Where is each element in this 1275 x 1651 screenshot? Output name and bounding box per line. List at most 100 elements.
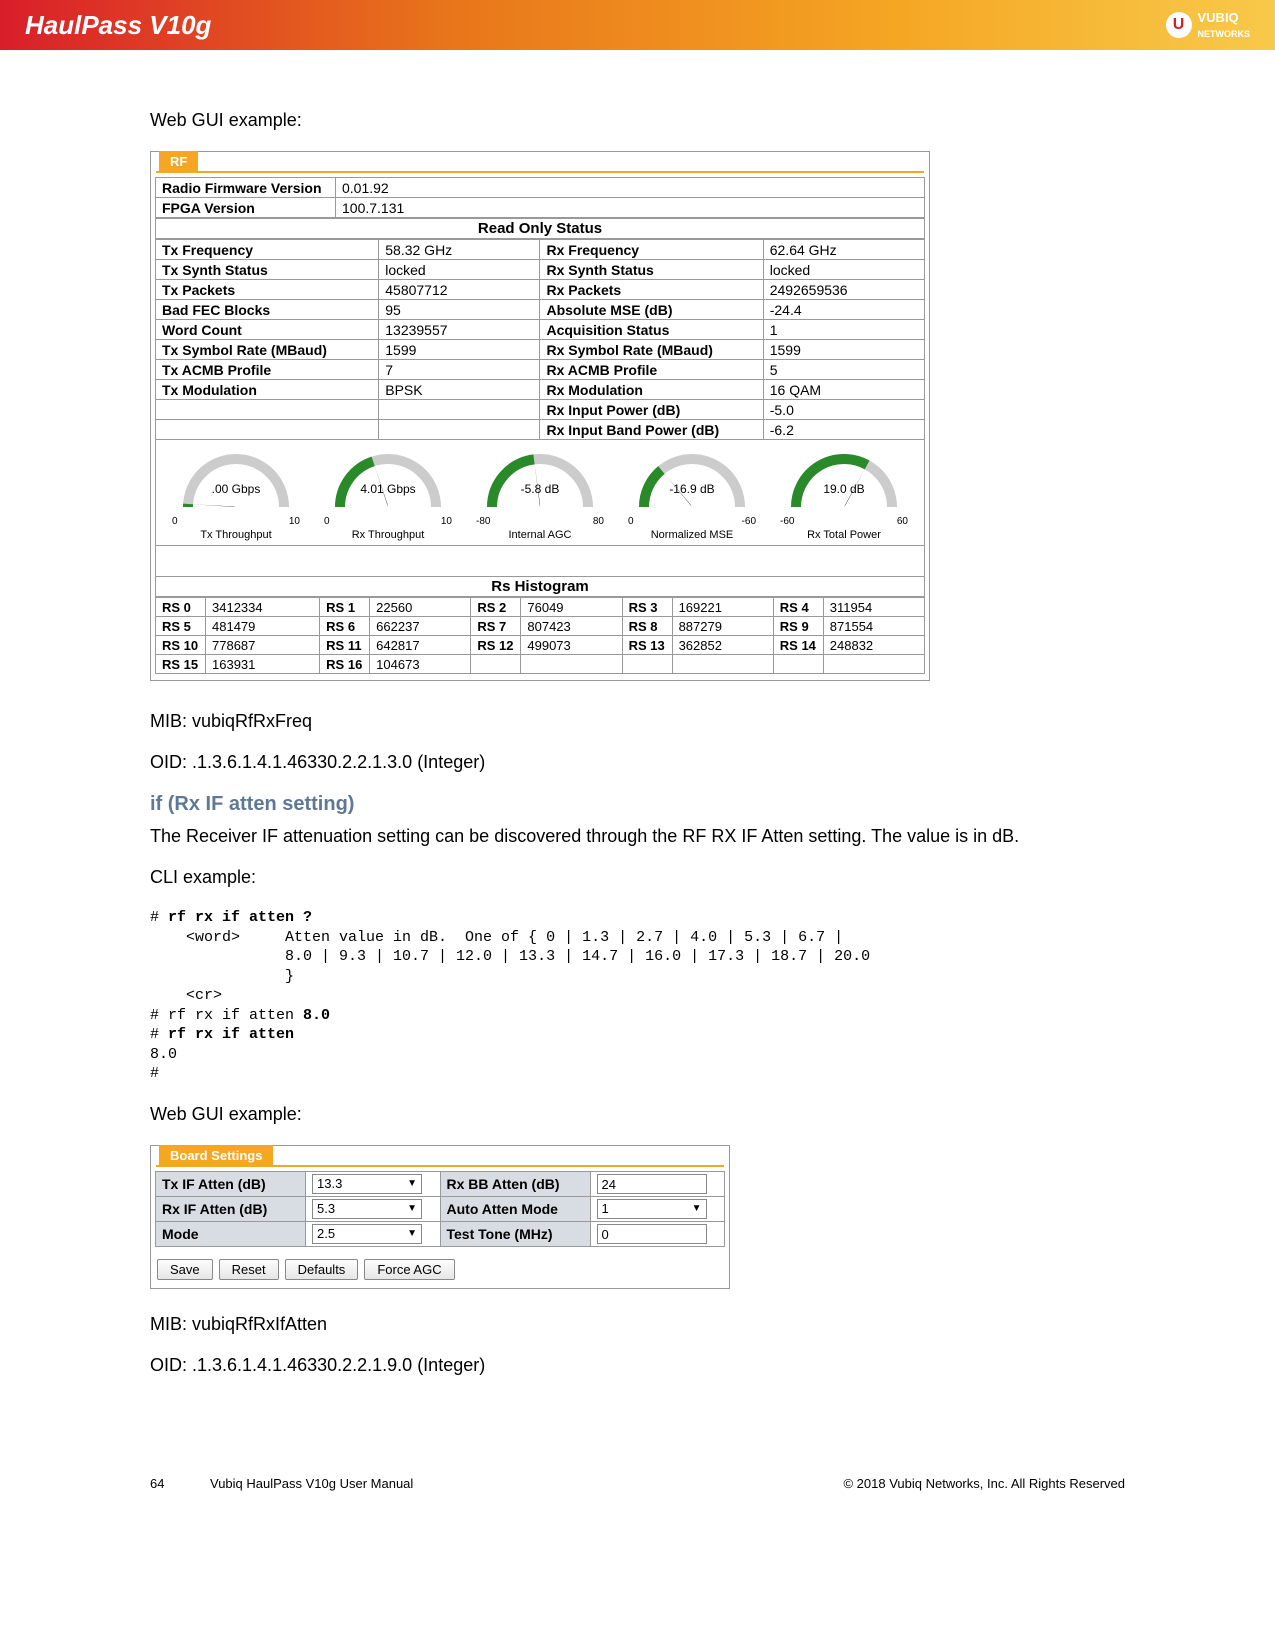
rf-label: Tx Modulation <box>156 380 379 400</box>
hist-value: 887279 <box>672 617 773 636</box>
mib-1: MIB: vubiqRfRxFreq <box>150 711 1125 732</box>
hist-label: RS 9 <box>773 617 823 636</box>
gauge-value: 4.01 Gbps <box>328 482 448 496</box>
rf-label: Rx ACMB Profile <box>540 360 763 380</box>
force-agc-button[interactable]: Force AGC <box>364 1259 454 1280</box>
gauge: 4.01 Gbps010Rx Throughput <box>318 452 458 541</box>
chevron-down-icon: ▼ <box>407 1178 417 1189</box>
rf-label: Bad FEC Blocks <box>156 300 379 320</box>
hist-value: 22560 <box>370 598 471 617</box>
gauge-label: Normalized MSE <box>622 529 762 541</box>
rf-value: 95 <box>379 300 540 320</box>
rf-label: Rx Input Power (dB) <box>540 400 763 420</box>
select-field[interactable]: 13.3▼ <box>312 1174 422 1194</box>
hist-label: RS 11 <box>320 636 370 655</box>
rf-label: Acquisition Status <box>540 320 763 340</box>
hist-label: RS 6 <box>320 617 370 636</box>
rf-label: Tx ACMB Profile <box>156 360 379 380</box>
hist-value: 76049 <box>521 598 622 617</box>
gauge: .00 Gbps010Tx Throughput <box>166 452 306 541</box>
reset-button[interactable]: Reset <box>219 1259 279 1280</box>
rf-label: FPGA Version <box>156 198 336 218</box>
rf-value: 2492659536 <box>763 280 924 300</box>
logo-icon: U <box>1166 12 1192 38</box>
hist-label: RS 16 <box>320 655 370 674</box>
hist-value: 104673 <box>370 655 471 674</box>
copyright: © 2018 Vubiq Networks, Inc. All Rights R… <box>843 1476 1125 1491</box>
rf-value: -6.2 <box>763 420 924 440</box>
hist-value: 481479 <box>206 617 320 636</box>
bs-label: Rx BB Atten (dB) <box>440 1171 590 1196</box>
bs-label: Mode <box>156 1221 306 1246</box>
hist-label: RS 2 <box>471 598 521 617</box>
header-bar: HaulPass V10g U VUBIQNETWORKS <box>0 0 1275 50</box>
hist-value: 807423 <box>521 617 622 636</box>
rf-tab[interactable]: RF <box>159 151 198 171</box>
hist-value: 3412334 <box>206 598 320 617</box>
hist-label: RS 10 <box>156 636 206 655</box>
hist-label: RS 8 <box>622 617 672 636</box>
hist-label: RS 5 <box>156 617 206 636</box>
gauge-label: Rx Throughput <box>318 529 458 541</box>
gauge: 19.0 dB-6060Rx Total Power <box>774 452 914 541</box>
rf-value: 1599 <box>763 340 924 360</box>
rf-value: 45807712 <box>379 280 540 300</box>
hist-value: 362852 <box>672 636 773 655</box>
bs-label: Test Tone (MHz) <box>440 1221 590 1246</box>
rf-value: -5.0 <box>763 400 924 420</box>
chevron-down-icon: ▼ <box>407 1228 417 1239</box>
hist-label: RS 13 <box>622 636 672 655</box>
hist-value: 499073 <box>521 636 622 655</box>
gauge-value: 19.0 dB <box>784 482 904 496</box>
gauge: -16.9 dB0-60Normalized MSE <box>622 452 762 541</box>
hist-label: RS 15 <box>156 655 206 674</box>
hist-value: 778687 <box>206 636 320 655</box>
bs-label: Rx IF Atten (dB) <box>156 1196 306 1221</box>
hist-label: RS 3 <box>622 598 672 617</box>
cli-label: CLI example: <box>150 867 1125 888</box>
page-footer: 64Vubiq HaulPass V10g User Manual © 2018… <box>0 1396 1275 1531</box>
rf-label: Radio Firmware Version <box>156 178 336 198</box>
hist-value: 311954 <box>823 598 924 617</box>
gauge-label: Rx Total Power <box>774 529 914 541</box>
hist-value: 169221 <box>672 598 773 617</box>
bs-label: Tx IF Atten (dB) <box>156 1171 306 1196</box>
section-heading-rx-if: if (Rx IF atten setting) <box>150 793 1125 816</box>
rf-value: 16 QAM <box>763 380 924 400</box>
rf-value: -24.4 <box>763 300 924 320</box>
rf-label: Rx Frequency <box>540 240 763 260</box>
rf-value: 100.7.131 <box>336 198 925 218</box>
rf-label: Tx Packets <box>156 280 379 300</box>
board-settings-tab[interactable]: Board Settings <box>159 1145 273 1165</box>
hist-value: 662237 <box>370 617 471 636</box>
mib-2: MIB: vubiqRfRxIfAtten <box>150 1314 1125 1335</box>
select-field[interactable]: 2.5▼ <box>312 1224 422 1244</box>
save-button[interactable]: Save <box>157 1259 213 1280</box>
select-field[interactable]: 5.3▼ <box>312 1199 422 1219</box>
rf-value: 13239557 <box>379 320 540 340</box>
rf-value: BPSK <box>379 380 540 400</box>
select-field[interactable]: 1▼ <box>597 1199 707 1219</box>
rf-label: Tx Symbol Rate (MBaud) <box>156 340 379 360</box>
gauge-value: -16.9 dB <box>632 482 752 496</box>
rf-value: locked <box>763 260 924 280</box>
hist-value: 642817 <box>370 636 471 655</box>
rf-label: Absolute MSE (dB) <box>540 300 763 320</box>
web-gui-label-1: Web GUI example: <box>150 110 1125 131</box>
rf-panel: RF Radio Firmware Version0.01.92FPGA Ver… <box>150 151 930 681</box>
rf-label: Rx Input Band Power (dB) <box>540 420 763 440</box>
gauge-label: Tx Throughput <box>166 529 306 541</box>
input-field[interactable]: 24 <box>597 1174 707 1194</box>
chevron-down-icon: ▼ <box>692 1203 702 1214</box>
rf-value: locked <box>379 260 540 280</box>
chevron-down-icon: ▼ <box>407 1203 417 1214</box>
rf-value: 62.64 GHz <box>763 240 924 260</box>
hist-value: 871554 <box>823 617 924 636</box>
rs-histogram-header: Rs Histogram <box>155 576 925 597</box>
read-only-status-header: Read Only Status <box>156 219 925 239</box>
web-gui-label-2: Web GUI example: <box>150 1104 1125 1125</box>
hist-label: RS 14 <box>773 636 823 655</box>
defaults-button[interactable]: Defaults <box>285 1259 359 1280</box>
input-field[interactable]: 0 <box>597 1224 707 1244</box>
rf-value: 7 <box>379 360 540 380</box>
